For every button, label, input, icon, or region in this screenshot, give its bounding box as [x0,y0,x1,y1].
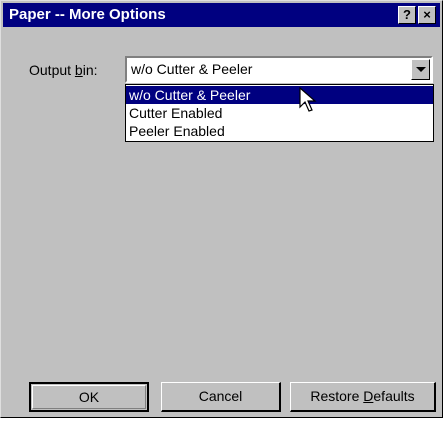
output-bin-dropdown-list: w/o Cutter & Peeler Cutter Enabled Peele… [125,84,434,142]
close-icon: × [423,7,431,22]
close-button[interactable]: × [418,6,436,24]
option-cutter-enabled[interactable]: Cutter Enabled [126,104,433,122]
ok-button-label: OK [78,389,100,405]
restore-defaults-label: Restore Defaults [310,388,415,404]
option-peeler-enabled[interactable]: Peeler Enabled [126,122,433,140]
cancel-button[interactable]: Cancel [161,382,281,412]
option-without-cutter-peeler[interactable]: w/o Cutter & Peeler [126,86,433,104]
ok-button[interactable]: OK [29,382,149,412]
help-icon: ? [403,7,411,22]
output-bin-label: Output bin: [29,62,98,78]
window-title: Paper -- More Options [9,6,166,23]
output-bin-value: w/o Cutter & Peeler [131,61,253,77]
paper-more-options-dialog: Paper -- More Options ? × Output bin: w/… [0,0,443,418]
mouse-pointer-icon [299,87,317,112]
cancel-button-label: Cancel [198,388,243,404]
restore-defaults-button[interactable]: Restore Defaults [290,382,436,412]
help-button[interactable]: ? [398,6,416,24]
dropdown-arrow-icon[interactable] [411,59,430,80]
output-bin-combobox[interactable]: w/o Cutter & Peeler [125,56,433,83]
title-bar[interactable]: Paper -- More Options ? × [3,3,440,27]
